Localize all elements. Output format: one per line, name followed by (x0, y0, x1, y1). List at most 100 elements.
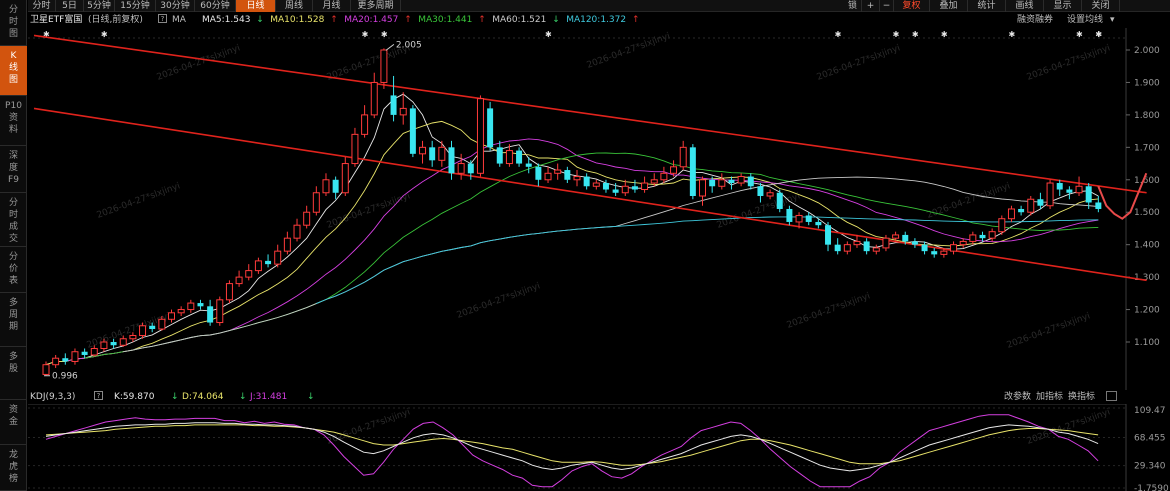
kdj-chart[interactable]: 109.47 68.455 29.340 -1.7590 2026-04-27*slxj… (28, 404, 1170, 491)
sidebar-tab-label: 资 (8, 113, 18, 123)
candle-body (245, 270, 253, 278)
expand-icon[interactable] (1106, 391, 1117, 401)
candle-body (795, 214, 803, 223)
candle-body (766, 192, 774, 197)
toolbar-minus-button[interactable]: − (880, 0, 894, 12)
candle-body (931, 251, 938, 255)
candle-body (390, 95, 397, 115)
signal-star-icon: ✱ (1008, 30, 1015, 39)
toolbar-close-button[interactable]: 关闭 (1082, 0, 1120, 12)
candle-body (293, 224, 301, 239)
sidebar-tab-4[interactable]: 分时成交 (0, 193, 27, 247)
sidebar-tab-label: 时 (8, 210, 18, 220)
toolbar-statistics-button[interactable]: 统计 (968, 0, 1006, 12)
sidebar-tab-7[interactable]: 多股 (0, 347, 27, 400)
sidebar-tab-8[interactable]: 资金 (0, 400, 27, 445)
candle-body (612, 189, 619, 193)
sidebar-tab-2[interactable]: P10 资料 (0, 96, 27, 146)
kdj-line-d (45, 424, 1099, 466)
period-6[interactable]: 日线 (236, 0, 276, 12)
period-2[interactable]: 5分钟 (84, 0, 115, 12)
margin-trading-link[interactable]: 融资融券 (1017, 14, 1053, 26)
toolbar-restore-button[interactable]: 复权 (894, 0, 930, 12)
indicator-button-1[interactable]: 加指标 (1036, 391, 1063, 403)
sidebar-tab-label: 分 (8, 5, 18, 15)
candle-body (1046, 182, 1054, 207)
candle-body (621, 185, 629, 194)
sidebar-tab-3[interactable]: 深度 F9 (0, 146, 27, 193)
candle-body (448, 147, 455, 174)
candle-body (747, 176, 754, 187)
toolbar-overlay-button[interactable]: 叠加 (930, 0, 968, 12)
candle-body (516, 150, 523, 164)
security-title[interactable]: 卫星ETF富国 (30, 14, 82, 26)
price-tick-label: 1.400 (1134, 241, 1160, 251)
candle-body (110, 342, 117, 346)
sidebar-tab-5[interactable]: 分价表 (0, 247, 27, 293)
kline-chart[interactable]: 2.000 1.900 1.800 1.700 1.600 1.500 1.400 1.300… (28, 28, 1170, 390)
sidebar-tab-label: 金 (8, 417, 18, 427)
ma-value-1: MA10:1.528 (270, 15, 325, 25)
kdj-name[interactable]: KDJ(9,3,3) (30, 391, 75, 403)
sidebar-tab-label: 料 (8, 125, 18, 135)
kdj-settings-icon[interactable]: ? (94, 391, 103, 400)
sidebar-tab-label: 线 (8, 63, 18, 73)
sidebar-tab-9[interactable]: 龙虎榜 (0, 445, 27, 491)
sidebar-tab-label: 多 (8, 352, 18, 362)
period-3[interactable]: 15分钟 (115, 0, 156, 12)
candle-body (119, 338, 127, 346)
candle-body (1027, 198, 1035, 213)
ma-value-0: MA5:1.543 (202, 15, 251, 25)
toolbar-lines-button[interactable]: 画线 (1006, 0, 1044, 12)
candle-body (940, 250, 948, 255)
candle-body (776, 192, 783, 209)
indicator-button-0[interactable]: 改参数 (1004, 391, 1031, 403)
candle-body (207, 306, 214, 323)
ma-line-ma120 (316, 216, 1099, 305)
candle-body (42, 364, 50, 375)
candle-body (583, 176, 590, 187)
period-9[interactable]: 更多周期 (351, 0, 401, 12)
candle-body (950, 244, 958, 252)
sidebar-tab-label: 榜 (8, 474, 18, 484)
ma-arrow-1: ↑ (330, 15, 338, 25)
kdj-line-k (45, 422, 1099, 472)
period-1[interactable]: 5日 (56, 0, 84, 12)
candle-body (351, 133, 359, 165)
candle-body (158, 318, 166, 330)
toolbar-lock-button[interactable]: 锁 (844, 0, 862, 12)
sidebar-tab-label: 期 (8, 322, 18, 332)
period-8[interactable]: 月线 (313, 0, 351, 12)
signal-star-icon: ✱ (912, 30, 919, 39)
period-5[interactable]: 60分钟 (195, 0, 236, 12)
candle-body (699, 179, 707, 197)
sidebar-tab-6[interactable]: 多周期 (0, 293, 27, 347)
settings-icon[interactable]: ? (158, 14, 167, 23)
toolbar-display-button[interactable]: 显示 (1044, 0, 1082, 12)
ma-settings-link[interactable]: 设置均线 (1067, 14, 1103, 26)
candle-body (429, 147, 436, 161)
candle-body (815, 221, 822, 226)
candle-body (197, 303, 204, 307)
adjust-mode: (日线,前复权) (88, 15, 143, 25)
candle-body (892, 234, 900, 239)
sidebar-tab-1[interactable]: K线图 (0, 46, 27, 96)
candle-body (216, 299, 224, 324)
period-0[interactable]: 分时 (28, 0, 56, 12)
ma-settings-arrow-icon[interactable]: ▾ (1110, 14, 1115, 26)
watermark-text: 2026-04-27*slxjinyi (926, 181, 1012, 220)
sidebar-tab-label: 成 (8, 222, 18, 232)
watermark-text: 2026-04-27*slxjinyi (786, 291, 872, 330)
price-tick-label: 1.100 (1134, 338, 1160, 348)
toolbar-plus-button[interactable]: + (862, 0, 880, 12)
left-sidebar: 分时图 K 线图 P10 资料深度 F9 分时成交分价表多周期多股资金龙虎榜 (0, 0, 27, 491)
period-4[interactable]: 30分钟 (156, 0, 195, 12)
indicator-button-2[interactable]: 换指标 (1068, 391, 1095, 403)
sidebar-tab-0[interactable]: 分时图 (0, 0, 27, 46)
candle-body (525, 163, 532, 167)
candle-body (303, 211, 311, 226)
sidebar-tab-label: 分 (8, 252, 18, 262)
candle-body (592, 182, 600, 187)
candle-body (998, 218, 1006, 233)
period-7[interactable]: 周线 (276, 0, 313, 12)
